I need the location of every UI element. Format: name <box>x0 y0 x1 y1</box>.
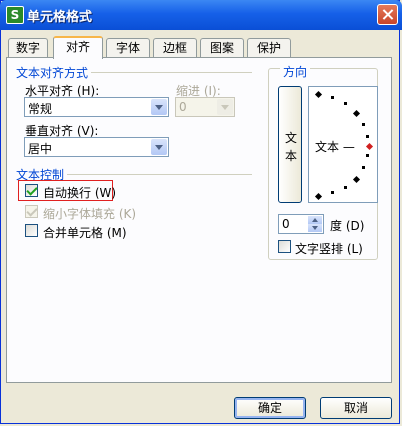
shrink-to-fit-label[interactable]: 缩小字体填充 (K) <box>43 205 136 222</box>
dial-mark <box>352 109 361 118</box>
chevron-down-icon[interactable] <box>151 99 167 115</box>
horizontal-align-select[interactable]: 常规 <box>24 97 169 117</box>
wrap-text-label[interactable]: 自动换行 (W) <box>43 184 116 201</box>
dial-mark <box>362 166 365 169</box>
shrink-to-fit-checkbox[interactable] <box>25 205 38 218</box>
window-title: 单元格格式 <box>27 10 93 25</box>
chevron-down-icon[interactable] <box>151 139 167 155</box>
dial-mark <box>314 90 323 99</box>
tab-border[interactable]: 边框 <box>153 38 197 57</box>
degrees-label: 度 (D) <box>330 219 365 233</box>
dial-mark <box>344 186 347 189</box>
vertical-align-value: 居中 <box>28 142 53 156</box>
vertical-text-button[interactable]: 文 本 <box>278 86 302 203</box>
dial-mark <box>344 102 347 105</box>
dial-mark <box>366 135 369 138</box>
degrees-value: 0 <box>282 217 290 231</box>
dial-text: 文本 — <box>315 140 355 154</box>
indent-spinner[interactable]: 0 <box>175 97 235 117</box>
merge-cells-checkbox[interactable] <box>25 224 38 237</box>
tab-protection[interactable]: 保护 <box>247 38 291 57</box>
close-button[interactable] <box>377 4 398 25</box>
ok-button[interactable]: 确定 <box>234 397 306 419</box>
app-logo-icon: S <box>6 6 24 24</box>
dial-mark <box>362 123 365 126</box>
text-alignment-group-title: 文本对齐方式 <box>16 64 92 81</box>
dial-mark <box>331 191 334 194</box>
dial-mark <box>352 175 361 184</box>
vertical-text-label[interactable]: 文字竖排 (L) <box>295 240 363 257</box>
orientation-group-title: 方向 <box>280 63 311 80</box>
dial-mark <box>331 96 334 99</box>
vertical-text-char: 本 <box>285 149 298 163</box>
spinner-up-icon[interactable] <box>308 216 322 224</box>
horizontal-align-value: 常规 <box>28 102 53 116</box>
tab-font[interactable]: 字体 <box>106 38 150 57</box>
dial-mark <box>366 154 369 157</box>
dial-mark <box>314 192 323 201</box>
tab-pattern[interactable]: 图案 <box>200 38 244 57</box>
wrap-text-checkbox[interactable] <box>25 184 38 197</box>
spinner-down-icon[interactable] <box>308 224 322 232</box>
title-bar: S 单元格格式 <box>0 0 402 30</box>
cancel-button[interactable]: 取消 <box>320 397 392 419</box>
tab-alignment[interactable]: 对齐 <box>53 36 103 59</box>
spinner-arrow-icon[interactable] <box>217 99 233 115</box>
tab-number[interactable]: 数字 <box>8 38 48 57</box>
vertical-align-select[interactable]: 居中 <box>24 137 169 157</box>
vertical-text-checkbox[interactable] <box>278 240 291 253</box>
degrees-spinner[interactable]: 0 <box>278 214 324 234</box>
dial-pointer <box>365 142 374 151</box>
orientation-dial[interactable]: 文本 — <box>308 86 378 203</box>
vertical-text-char: 文 <box>285 131 298 145</box>
indent-value: 0 <box>179 100 187 114</box>
merge-cells-label[interactable]: 合并单元格 (M) <box>43 224 127 241</box>
